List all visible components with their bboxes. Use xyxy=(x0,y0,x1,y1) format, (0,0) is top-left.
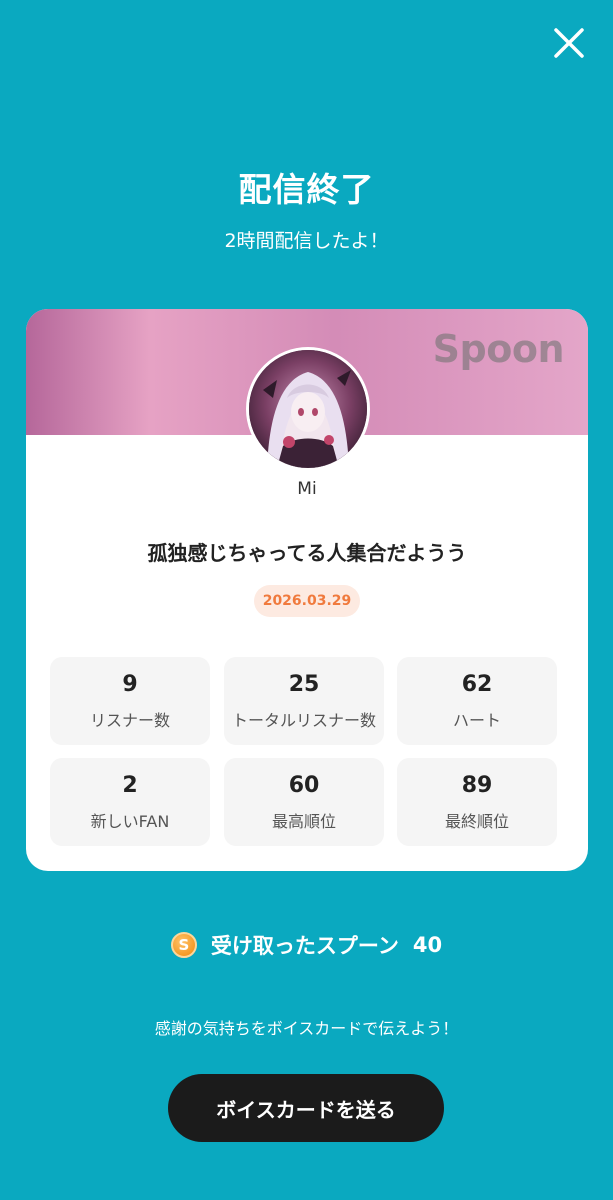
stat-label: リスナー数 xyxy=(89,711,170,730)
spoon-coin-icon: S xyxy=(170,932,197,958)
close-button[interactable] xyxy=(546,20,592,66)
stat-value: 89 xyxy=(461,773,493,798)
page-title: 配信終了 xyxy=(238,170,375,209)
close-icon[interactable] xyxy=(552,26,586,60)
stat-hearts: 62 ハート xyxy=(397,657,557,745)
live-title: 孤独感じちゃってる人集合だようう xyxy=(147,541,467,565)
date-badge: 2026.03.29 xyxy=(254,585,360,617)
avatar xyxy=(246,347,370,471)
stat-listeners: 9 リスナー数 xyxy=(50,657,210,745)
thanks-message: 感謝の気持ちをボイスカードで伝えよう！ xyxy=(154,1019,459,1038)
stat-value: 25 xyxy=(288,672,320,697)
broadcast-summary-card: Spoon Mi 孤独感じちゃってる人集合だようう 2026.03.29 9 リ… xyxy=(26,309,588,871)
stat-value: 62 xyxy=(461,672,493,697)
broadcast-duration-text: 2時間配信したよ！ xyxy=(224,230,389,252)
stat-highest-rank: 60 最高順位 xyxy=(224,758,384,846)
stat-label: 新しいFAN xyxy=(90,812,170,831)
send-voice-card-button[interactable]: ボイスカードを送る xyxy=(168,1074,444,1142)
stat-value: 60 xyxy=(288,773,320,798)
stat-value: 2 xyxy=(122,773,138,798)
stat-total-listeners: 25 トータルリスナー数 xyxy=(224,657,384,745)
stat-label: ハート xyxy=(452,711,501,730)
received-spoons: S 受け取ったスプーン 40 xyxy=(0,927,613,963)
stat-label: 最高順位 xyxy=(271,812,336,831)
received-spoons-count: 40 xyxy=(412,933,443,957)
stat-label: トータルリスナー数 xyxy=(231,711,376,730)
stat-label: 最終順位 xyxy=(444,812,509,831)
spoon-logo: Spoon xyxy=(432,327,565,371)
stat-new-fans: 2 新しいFAN xyxy=(50,758,210,846)
received-spoons-label: 受け取ったスプーン xyxy=(210,934,399,958)
username: Mi xyxy=(297,479,317,499)
stat-value: 9 xyxy=(122,672,138,697)
stat-final-rank: 89 最終順位 xyxy=(397,758,557,846)
